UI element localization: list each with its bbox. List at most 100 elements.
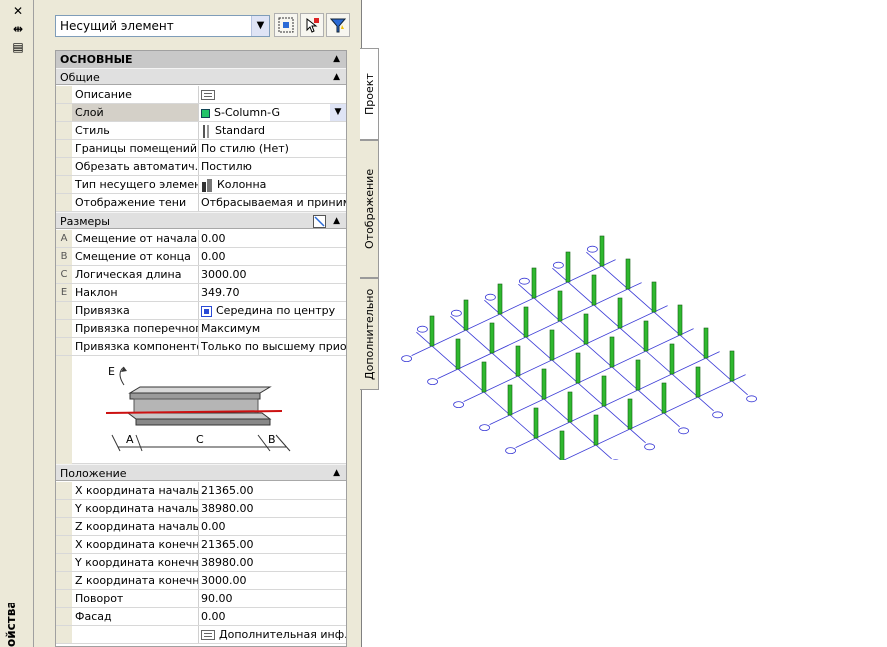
drawing-viewport[interactable] xyxy=(395,130,887,460)
property-value[interactable]: 38980.00 xyxy=(199,554,346,571)
structural-column[interactable] xyxy=(489,322,495,354)
close-icon[interactable]: ✕ xyxy=(11,4,25,18)
structural-column[interactable] xyxy=(557,290,563,322)
category-general[interactable]: Общие ▲ xyxy=(56,68,346,85)
structural-column[interactable] xyxy=(625,258,631,290)
property-row-room-boundary[interactable]: Границы помещений По стилю (Нет) xyxy=(56,140,346,158)
structural-column[interactable] xyxy=(481,361,487,393)
property-row-description[interactable]: Описание xyxy=(56,86,346,104)
property-row-shadow-display[interactable]: Отображение тени Отбрасываемая и приним.… xyxy=(56,194,346,212)
property-value[interactable]: 0.00 xyxy=(199,608,346,625)
structural-column[interactable] xyxy=(591,274,597,306)
structural-column[interactable] xyxy=(617,297,623,329)
property-row-start-x[interactable]: X координата началь... 21365.00 xyxy=(56,482,346,500)
property-row-slope[interactable]: E Наклон 349.70 xyxy=(56,284,346,302)
property-row-layer[interactable]: Слой S-Column-G ▼ xyxy=(56,104,346,122)
structural-column[interactable] xyxy=(507,384,513,416)
property-value[interactable]: 0.00 xyxy=(199,230,346,247)
property-row-start-offset[interactable]: A Смещение от начала 0.00 xyxy=(56,230,346,248)
structural-column[interactable] xyxy=(695,366,701,398)
structural-column[interactable] xyxy=(677,304,683,336)
autohide-icon[interactable]: ⇹ xyxy=(11,22,25,36)
property-row-start-z[interactable]: Z координата началь... 0.00 xyxy=(56,518,346,536)
category-main[interactable]: ОСНОВНЫЕ ▲ xyxy=(56,51,346,68)
property-row-component-anchor[interactable]: Привязка компонентов Только по высшему п… xyxy=(56,338,346,356)
structural-column[interactable] xyxy=(565,251,571,283)
structural-column[interactable] xyxy=(609,336,615,368)
property-row-rotation[interactable]: Поворот 90.00 xyxy=(56,590,346,608)
structural-column[interactable] xyxy=(661,382,667,414)
collapse-icon[interactable]: ▲ xyxy=(333,51,340,68)
tab-display[interactable]: Отображение xyxy=(360,140,379,278)
structural-column[interactable] xyxy=(531,267,537,299)
structural-column[interactable] xyxy=(669,343,675,375)
property-value[interactable]: Максимум xyxy=(199,320,346,337)
tab-design[interactable]: Проект xyxy=(360,48,379,140)
collapse-icon[interactable]: ▲ xyxy=(333,465,340,482)
structural-column[interactable] xyxy=(575,352,581,384)
additional-info-button[interactable]: Дополнительная инф... xyxy=(199,626,346,643)
property-value[interactable]: Только по высшему приор... xyxy=(199,338,346,355)
property-row-end-y[interactable]: Y координата конечн... 38980.00 xyxy=(56,554,346,572)
quick-select-button[interactable] xyxy=(326,13,350,37)
structural-column[interactable] xyxy=(567,391,573,423)
property-row-style[interactable]: Стиль Standard xyxy=(56,122,346,140)
pick-dimension-icon[interactable] xyxy=(313,215,326,228)
structural-column[interactable] xyxy=(429,315,435,347)
chevron-down-icon[interactable]: ▼ xyxy=(330,104,346,121)
structural-column[interactable] xyxy=(559,430,565,460)
tab-extended-data[interactable]: Дополнительно xyxy=(360,278,379,390)
property-value[interactable]: Середина по центру xyxy=(199,302,346,319)
property-value[interactable]: 90.00 xyxy=(199,590,346,607)
property-value[interactable]: 0.00 xyxy=(199,248,346,265)
property-row-member-type[interactable]: Тип несущего элемента Колонна xyxy=(56,176,346,194)
structural-column[interactable] xyxy=(601,375,607,407)
property-value[interactable]: Standard xyxy=(199,122,346,139)
structural-column[interactable] xyxy=(583,313,589,345)
layer-select[interactable]: S-Column-G ▼ xyxy=(199,104,346,121)
structural-column[interactable] xyxy=(455,338,461,370)
structural-column[interactable] xyxy=(541,368,547,400)
collapse-icon[interactable]: ▲ xyxy=(333,213,340,230)
property-row-end-z[interactable]: Z координата конечн... 3000.00 xyxy=(56,572,346,590)
property-value[interactable]: Постилю xyxy=(199,158,346,175)
property-row-elevation[interactable]: Фасад 0.00 xyxy=(56,608,346,626)
property-value[interactable]: 3000.00 xyxy=(199,266,346,283)
property-row-additional-info[interactable]: Дополнительная инф... xyxy=(56,626,346,644)
collapse-icon[interactable]: ▲ xyxy=(333,69,340,86)
property-value[interactable]: 21365.00 xyxy=(199,536,346,553)
property-value[interactable]: 21365.00 xyxy=(199,482,346,499)
structural-column[interactable] xyxy=(599,235,605,267)
property-row-logical-length[interactable]: C Логическая длина 3000.00 xyxy=(56,266,346,284)
property-value[interactable]: 0.00 xyxy=(199,518,346,535)
structural-column[interactable] xyxy=(643,320,649,352)
category-location[interactable]: Положение ▲ xyxy=(56,464,346,481)
property-row-end-offset[interactable]: B Смещение от конца 0.00 xyxy=(56,248,346,266)
chevron-down-icon[interactable]: ▼ xyxy=(251,16,269,36)
property-row-trim-auto[interactable]: Обрезать автоматич... Постилю xyxy=(56,158,346,176)
structural-column[interactable] xyxy=(651,281,657,313)
property-value[interactable]: По стилю (Нет) xyxy=(199,140,346,157)
structural-column[interactable] xyxy=(729,350,735,382)
structural-column[interactable] xyxy=(635,359,641,391)
structural-column[interactable] xyxy=(497,283,503,315)
structural-column[interactable] xyxy=(463,299,469,331)
property-row-start-y[interactable]: Y координата началь... 38980.00 xyxy=(56,500,346,518)
structural-column[interactable] xyxy=(627,398,633,430)
property-value[interactable]: 349.70 xyxy=(199,284,346,301)
category-dimensions[interactable]: Размеры ▲ xyxy=(56,212,346,229)
property-row-end-x[interactable]: X координата конечн... 21365.00 xyxy=(56,536,346,554)
property-value[interactable]: Отбрасываемая и приним... xyxy=(199,194,346,211)
property-row-cross-anchor[interactable]: Привязка поперечног... Максимум xyxy=(56,320,346,338)
property-value[interactable] xyxy=(199,86,346,103)
property-value[interactable]: Колонна xyxy=(199,176,346,193)
structural-column[interactable] xyxy=(593,414,599,446)
structural-column[interactable] xyxy=(549,329,555,361)
pick-add-button[interactable] xyxy=(300,13,324,37)
property-row-anchor[interactable]: Привязка Середина по центру xyxy=(56,302,346,320)
structural-column[interactable] xyxy=(515,345,521,377)
properties-menu-icon[interactable]: ▤ xyxy=(11,40,25,54)
structural-column[interactable] xyxy=(533,407,539,439)
structural-column[interactable] xyxy=(523,306,529,338)
structural-column[interactable] xyxy=(703,327,709,359)
